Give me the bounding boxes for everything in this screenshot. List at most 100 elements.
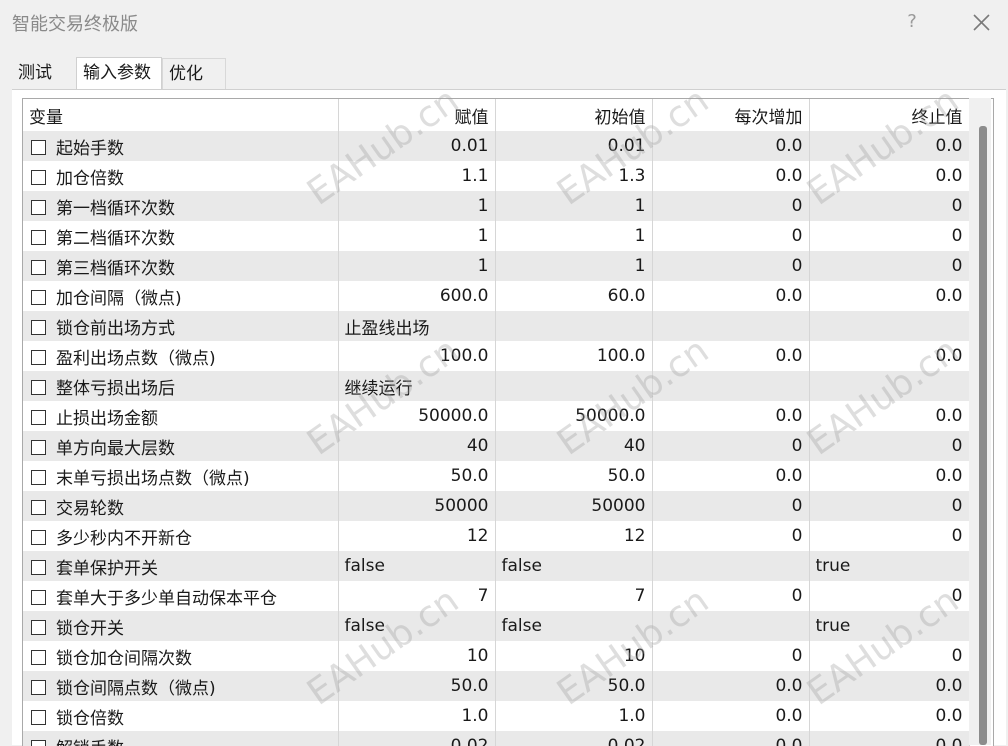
table-row[interactable]: 解锁手数0.020.020.00.0: [23, 731, 969, 746]
value-cell[interactable]: 0.01: [338, 131, 495, 161]
stop-cell[interactable]: [809, 371, 969, 401]
value-cell[interactable]: 12: [338, 521, 495, 551]
optimize-checkbox[interactable]: [31, 320, 46, 335]
stop-cell[interactable]: 0.0: [809, 281, 969, 311]
help-button[interactable]: ?: [898, 8, 926, 36]
start-cell[interactable]: 1: [495, 251, 652, 281]
value-cell[interactable]: 7: [338, 581, 495, 611]
tab-optimize[interactable]: 优化: [162, 58, 226, 89]
param-name-cell[interactable]: 套单大于多少单自动保本平仓: [23, 581, 338, 611]
param-name-cell[interactable]: 盈利出场点数（微点): [23, 341, 338, 371]
value-cell[interactable]: 止盈线出场: [338, 311, 495, 341]
start-cell[interactable]: 1.3: [495, 161, 652, 191]
optimize-checkbox[interactable]: [31, 710, 46, 725]
value-cell[interactable]: 40: [338, 431, 495, 461]
value-cell[interactable]: false: [338, 611, 495, 641]
param-name-cell[interactable]: 止损出场金额: [23, 401, 338, 431]
start-cell[interactable]: 50000: [495, 491, 652, 521]
optimize-checkbox[interactable]: [31, 470, 46, 485]
table-row[interactable]: 整体亏损出场后继续运行: [23, 371, 969, 401]
stop-cell[interactable]: 0: [809, 191, 969, 221]
param-name-cell[interactable]: 锁仓间隔点数（微点): [23, 671, 338, 701]
step-cell[interactable]: 0: [652, 581, 809, 611]
start-cell[interactable]: 100.0: [495, 341, 652, 371]
tab-test[interactable]: 测试: [12, 58, 76, 89]
start-cell[interactable]: 7: [495, 581, 652, 611]
step-cell[interactable]: [652, 311, 809, 341]
step-cell[interactable]: 0: [652, 251, 809, 281]
start-cell[interactable]: 50000.0: [495, 401, 652, 431]
value-cell[interactable]: 1.0: [338, 701, 495, 731]
step-cell[interactable]: 0.0: [652, 461, 809, 491]
header-variable[interactable]: 变量: [23, 99, 338, 131]
close-button[interactable]: [964, 6, 998, 38]
table-row[interactable]: 锁仓加仓间隔次数101000: [23, 641, 969, 671]
step-cell[interactable]: 0: [652, 221, 809, 251]
stop-cell[interactable]: 0: [809, 641, 969, 671]
table-row[interactable]: 套单大于多少单自动保本平仓7700: [23, 581, 969, 611]
stop-cell[interactable]: 0.0: [809, 161, 969, 191]
step-cell[interactable]: 0.0: [652, 701, 809, 731]
step-cell[interactable]: 0: [652, 641, 809, 671]
step-cell[interactable]: 0.0: [652, 401, 809, 431]
param-name-cell[interactable]: 交易轮数: [23, 491, 338, 521]
param-name-cell[interactable]: 锁仓前出场方式: [23, 311, 338, 341]
table-row[interactable]: 套单保护开关falsefalsetrue: [23, 551, 969, 581]
start-cell[interactable]: 0.01: [495, 131, 652, 161]
table-row[interactable]: 起始手数0.010.010.00.0: [23, 131, 969, 161]
optimize-checkbox[interactable]: [31, 680, 46, 695]
param-name-cell[interactable]: 第一档循环次数: [23, 191, 338, 221]
stop-cell[interactable]: true: [809, 611, 969, 641]
optimize-checkbox[interactable]: [31, 380, 46, 395]
step-cell[interactable]: [652, 551, 809, 581]
table-row[interactable]: 单方向最大层数404000: [23, 431, 969, 461]
start-cell[interactable]: 12: [495, 521, 652, 551]
start-cell[interactable]: 1: [495, 191, 652, 221]
stop-cell[interactable]: 0: [809, 521, 969, 551]
header-start[interactable]: 初始值: [495, 99, 652, 131]
table-row[interactable]: 第一档循环次数1100: [23, 191, 969, 221]
param-name-cell[interactable]: 整体亏损出场后: [23, 371, 338, 401]
table-row[interactable]: 锁仓倍数1.01.00.00.0: [23, 701, 969, 731]
param-name-cell[interactable]: 解锁手数: [23, 731, 338, 746]
optimize-checkbox[interactable]: [31, 200, 46, 215]
optimize-checkbox[interactable]: [31, 260, 46, 275]
stop-cell[interactable]: 0.0: [809, 341, 969, 371]
start-cell[interactable]: 40: [495, 431, 652, 461]
stop-cell[interactable]: 0.0: [809, 701, 969, 731]
value-cell[interactable]: 1: [338, 221, 495, 251]
param-name-cell[interactable]: 锁仓倍数: [23, 701, 338, 731]
start-cell[interactable]: 0.02: [495, 731, 652, 746]
value-cell[interactable]: 继续运行: [338, 371, 495, 401]
step-cell[interactable]: 0: [652, 521, 809, 551]
value-cell[interactable]: 1: [338, 251, 495, 281]
table-row[interactable]: 锁仓开关falsefalsetrue: [23, 611, 969, 641]
optimize-checkbox[interactable]: [31, 500, 46, 515]
start-cell[interactable]: [495, 311, 652, 341]
table-row[interactable]: 末单亏损出场点数（微点)50.050.00.00.0: [23, 461, 969, 491]
start-cell[interactable]: 60.0: [495, 281, 652, 311]
table-row[interactable]: 锁仓前出场方式止盈线出场: [23, 311, 969, 341]
optimize-checkbox[interactable]: [31, 230, 46, 245]
optimize-checkbox[interactable]: [31, 590, 46, 605]
value-cell[interactable]: 100.0: [338, 341, 495, 371]
value-cell[interactable]: 1: [338, 191, 495, 221]
optimize-checkbox[interactable]: [31, 140, 46, 155]
value-cell[interactable]: 10: [338, 641, 495, 671]
param-name-cell[interactable]: 锁仓加仓间隔次数: [23, 641, 338, 671]
start-cell[interactable]: false: [495, 611, 652, 641]
param-name-cell[interactable]: 起始手数: [23, 131, 338, 161]
header-stop[interactable]: 终止值: [809, 99, 969, 131]
table-row[interactable]: 第二档循环次数1100: [23, 221, 969, 251]
optimize-checkbox[interactable]: [31, 650, 46, 665]
step-cell[interactable]: 0.0: [652, 131, 809, 161]
table-row[interactable]: 盈利出场点数（微点)100.0100.00.00.0: [23, 341, 969, 371]
stop-cell[interactable]: 0: [809, 221, 969, 251]
optimize-checkbox[interactable]: [31, 560, 46, 575]
param-name-cell[interactable]: 单方向最大层数: [23, 431, 338, 461]
scrollbar-thumb[interactable]: [979, 126, 987, 745]
stop-cell[interactable]: true: [809, 551, 969, 581]
step-cell[interactable]: 0.0: [652, 161, 809, 191]
stop-cell[interactable]: 0.0: [809, 731, 969, 746]
stop-cell[interactable]: 0: [809, 431, 969, 461]
